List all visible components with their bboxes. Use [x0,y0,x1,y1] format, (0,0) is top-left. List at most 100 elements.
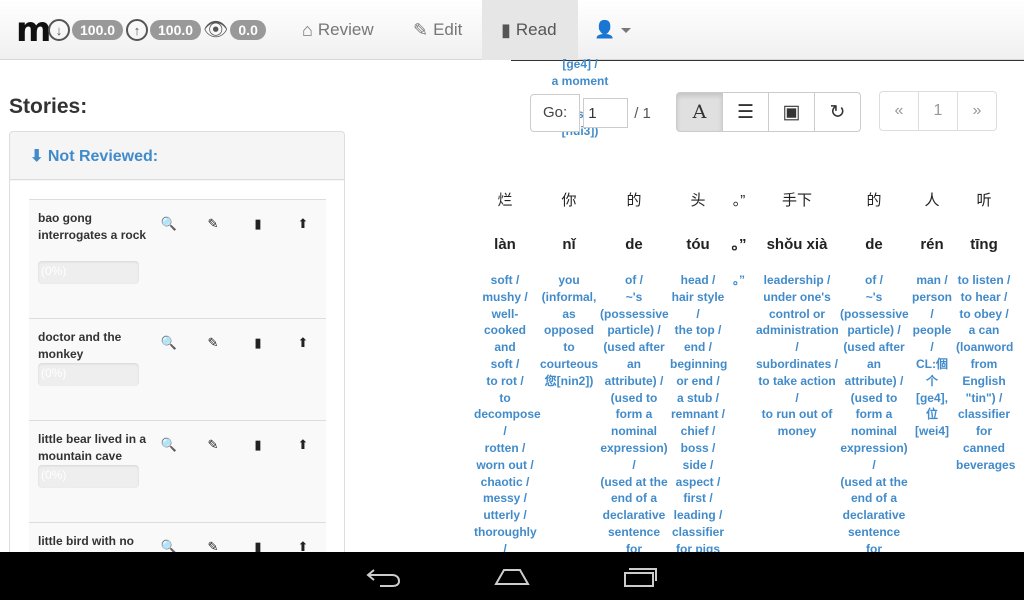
word-gloss: 。” [732,273,745,287]
list-mode-button[interactable]: ☰ [722,92,769,132]
word-pinyin: de [625,236,643,253]
top-navbar: m ↓ 100.0 ↑ 100.0 👁 0.0 ⌂ Review ✎ Edit … [0,0,1024,60]
reading-area: 烂 làn soft / mushy / well- cooked and so… [474,180,1024,552]
upload-arrow-icon[interactable]: ⬆ [294,216,312,232]
nav-read-label: Read [515,20,557,39]
page-input[interactable] [583,98,629,128]
current-page[interactable]: 1 [918,91,958,131]
word-pinyin: tīng [970,236,998,253]
view-mode-toolbar: A ☰ ▣ ↻ [676,92,861,132]
not-reviewed-panel: ⬇ Not Reviewed: bao gong interrogates a … [9,131,345,571]
search-icon[interactable]: 🔍 [160,216,178,232]
book-icon[interactable]: ▮ [249,437,267,453]
font-mode-button[interactable]: A [676,92,723,132]
story-row: little bear lived in a mountain cave (0%… [29,420,326,522]
nav-edit-label: Edit [433,20,463,39]
download-stat: ↓ 100.0 [48,19,124,41]
caret-down-icon [621,27,632,33]
word-gloss: to listen / to hear / to obey / a can (l… [956,273,1016,472]
story-progress: (0%) [38,465,139,488]
user-icon: 👤 [594,20,616,39]
search-icon[interactable]: 🔍 [160,437,178,453]
arrow-down-icon: ⬇ [30,148,44,165]
word-gloss: you (informal, as opposed to courteous 您… [540,273,599,388]
upload-arrow-icon[interactable]: ⬆ [294,335,312,351]
story-list: bao gong interrogates a rock (0%) 🔍 ✎ ▮ … [10,181,344,570]
upload-stat: ↑ 100.0 [126,19,202,41]
story-row: doctor and the monkey (0%) 🔍 ✎ ▮ ⬆ [29,318,326,420]
font-icon: A [692,101,707,123]
story-title[interactable]: little bear lived in a mountain cave [38,431,153,464]
prev-page-button[interactable]: « [879,91,919,131]
book-icon: ▮ [501,19,511,40]
nav-edit[interactable]: ✎ Edit [413,0,462,60]
view-count: 0.0 [230,20,266,40]
word-hanzi: 人 [924,192,940,209]
recents-icon[interactable] [622,564,658,588]
story-progress: (0%) [38,363,139,386]
pencil-icon[interactable]: ✎ [204,216,222,232]
word-hanzi: 听 [976,192,992,209]
word-pinyin: nǐ [562,236,576,253]
eye-icon: 👁 [203,19,229,41]
word-gloss: of / ~'s (possessive particle) / (used a… [600,273,669,552]
word-column[interactable]: 头 tóu head / hair style / the top / end … [670,190,728,552]
download-count: 100.0 [72,20,124,40]
word-gloss: man / person / people / CL:個 个 [ge4], 位 … [911,273,952,439]
upload-count: 100.0 [150,20,202,40]
pagination: « 1 » [879,91,997,131]
word-column[interactable]: 。” 。” 。” [728,190,750,289]
word-hanzi: 头 [690,192,706,209]
pencil-icon[interactable]: ✎ [204,335,222,351]
download-icon: ↓ [48,19,70,41]
word-column[interactable]: 的 de of / ~'s (possessive particle) / (u… [600,190,669,552]
story-title[interactable]: doctor and the monkey [38,329,153,362]
back-icon[interactable] [366,564,402,588]
nav-review-label: Review [317,20,374,39]
book-icon[interactable]: ▮ [249,216,267,232]
system-nav-bar [0,552,1024,600]
story-title[interactable]: bao gong interrogates a rock [38,210,153,243]
not-reviewed-header[interactable]: ⬇ Not Reviewed: [10,132,344,180]
word-gloss: head / hair style / the top / end / begi… [670,273,728,552]
word-hanzi: 的 [626,192,642,209]
word-column[interactable]: 听 tīng to listen / to hear / to obey / a… [956,190,1016,474]
stories-heading: Stories: [9,95,88,118]
share-icon: ↻ [829,101,846,123]
search-icon[interactable]: 🔍 [160,335,178,351]
word-column[interactable]: 的 de of / ~'s (possessive particle) / (u… [840,190,909,552]
nav-review[interactable]: ⌂ Review [302,0,374,60]
word-column[interactable]: 手下 shǒu xià leadership / under one's con… [756,190,839,440]
book-icon[interactable]: ▮ [249,335,267,351]
word-hanzi: 手下 [781,192,812,209]
goto-label[interactable]: Go: [530,94,581,132]
goto-page: Go: / 1 [530,94,651,132]
list-icon: ☰ [736,101,755,123]
word-column[interactable]: 烂 làn soft / mushy / well- cooked and so… [474,190,541,552]
word-gloss: leadership / under one's control or admi… [756,273,839,439]
word-column[interactable]: 人 rén man / person / people / CL:個 个 [ge… [910,190,954,440]
share-button[interactable]: ↻ [814,92,861,132]
image-icon: ▣ [782,101,801,123]
word-gloss: of / ~'s (possessive particle) / (used a… [840,273,909,552]
upload-icon: ↑ [126,19,148,41]
story-progress: (0%) [38,261,139,284]
word-hanzi: 烂 [497,192,513,209]
word-pinyin: 。” [731,236,747,253]
nav-read[interactable]: ▮ Read [482,0,578,60]
home-icon[interactable] [494,564,530,588]
pencil-icon: ✎ [413,19,429,40]
word-pinyin: rén [920,236,944,253]
story-row: bao gong interrogates a rock (0%) 🔍 ✎ ▮ … [29,199,326,318]
app-logo[interactable]: m [16,13,51,47]
pencil-icon[interactable]: ✎ [204,437,222,453]
next-page-button[interactable]: » [957,91,997,131]
view-stat: 👁 0.0 [203,19,266,41]
upload-arrow-icon[interactable]: ⬆ [294,437,312,453]
word-pinyin: làn [494,236,516,253]
image-mode-button[interactable]: ▣ [768,92,815,132]
home-icon: ⌂ [302,19,313,40]
word-column[interactable]: 你 nǐ you (informal, as opposed to courte… [540,190,598,390]
word-hanzi: 的 [866,192,882,209]
user-menu[interactable]: 👤 [594,0,632,60]
